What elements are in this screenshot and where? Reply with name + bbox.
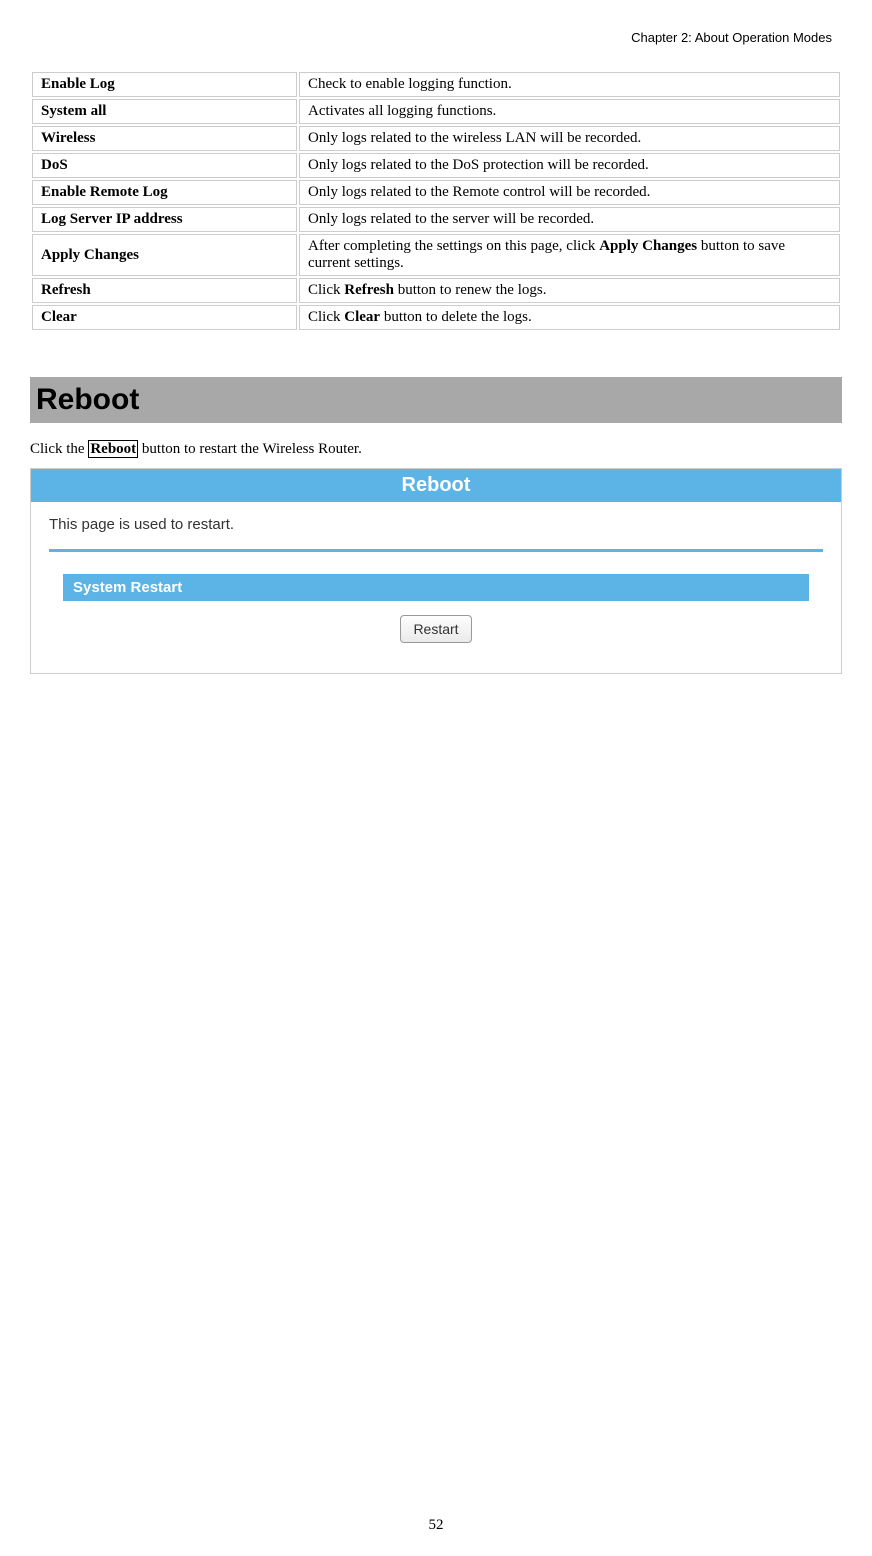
page-number: 52 bbox=[0, 1517, 872, 1534]
setting-desc: Click Refresh button to renew the logs. bbox=[299, 278, 840, 303]
restart-button-row: Restart bbox=[49, 615, 823, 643]
setting-desc: Only logs related to the DoS protection … bbox=[299, 153, 840, 178]
restart-button[interactable]: Restart bbox=[400, 615, 471, 643]
settings-table: Enable Log Check to enable logging funct… bbox=[30, 70, 842, 332]
setting-desc: Only logs related to the Remote control … bbox=[299, 180, 840, 205]
setting-label: DoS bbox=[32, 153, 297, 178]
chapter-header: Chapter 2: About Operation Modes bbox=[30, 30, 842, 45]
setting-label: Apply Changes bbox=[32, 234, 297, 276]
setting-label: Wireless bbox=[32, 126, 297, 151]
desc-bold: Apply Changes bbox=[599, 238, 697, 254]
table-row: DoS Only logs related to the DoS protect… bbox=[32, 153, 840, 178]
setting-label: Log Server IP address bbox=[32, 207, 297, 232]
setting-label: Refresh bbox=[32, 278, 297, 303]
desc-text: Click the bbox=[30, 441, 88, 457]
reboot-panel-text: This page is used to restart. bbox=[49, 516, 823, 533]
setting-desc: Only logs related to the wireless LAN wi… bbox=[299, 126, 840, 151]
desc-text: After completing the settings on this pa… bbox=[308, 238, 599, 254]
setting-label: Enable Remote Log bbox=[32, 180, 297, 205]
desc-bold: Refresh bbox=[344, 282, 394, 298]
table-row: Refresh Click Refresh button to renew th… bbox=[32, 278, 840, 303]
desc-text: Click bbox=[308, 282, 344, 298]
system-restart-bar: System Restart bbox=[63, 574, 809, 601]
desc-text: button to renew the logs. bbox=[394, 282, 546, 298]
setting-label: Enable Log bbox=[32, 72, 297, 97]
table-row: Enable Log Check to enable logging funct… bbox=[32, 72, 840, 97]
reboot-panel: Reboot This page is used to restart. Sys… bbox=[30, 468, 842, 674]
reboot-description: Click the Reboot button to restart the W… bbox=[30, 441, 842, 458]
table-row: Enable Remote Log Only logs related to t… bbox=[32, 180, 840, 205]
setting-desc: Check to enable logging function. bbox=[299, 72, 840, 97]
setting-label: System all bbox=[32, 99, 297, 124]
table-row: Wireless Only logs related to the wirele… bbox=[32, 126, 840, 151]
desc-bold: Clear bbox=[344, 309, 380, 325]
desc-text: button to delete the logs. bbox=[380, 309, 532, 325]
setting-desc: After completing the settings on this pa… bbox=[299, 234, 840, 276]
table-row: Clear Click Clear button to delete the l… bbox=[32, 305, 840, 330]
reboot-heading: Reboot bbox=[30, 377, 842, 423]
setting-desc: Click Clear button to delete the logs. bbox=[299, 305, 840, 330]
setting-desc: Only logs related to the server will be … bbox=[299, 207, 840, 232]
reboot-panel-title: Reboot bbox=[31, 469, 841, 502]
boxed-word: Reboot bbox=[88, 440, 138, 458]
desc-text: Click bbox=[308, 309, 344, 325]
table-row: Apply Changes After completing the setti… bbox=[32, 234, 840, 276]
table-row: System all Activates all logging functio… bbox=[32, 99, 840, 124]
table-row: Log Server IP address Only logs related … bbox=[32, 207, 840, 232]
setting-desc: Activates all logging functions. bbox=[299, 99, 840, 124]
divider bbox=[49, 549, 823, 552]
desc-text: button to restart the Wireless Router. bbox=[138, 441, 362, 457]
reboot-panel-body: This page is used to restart. System Res… bbox=[31, 502, 841, 673]
setting-label: Clear bbox=[32, 305, 297, 330]
